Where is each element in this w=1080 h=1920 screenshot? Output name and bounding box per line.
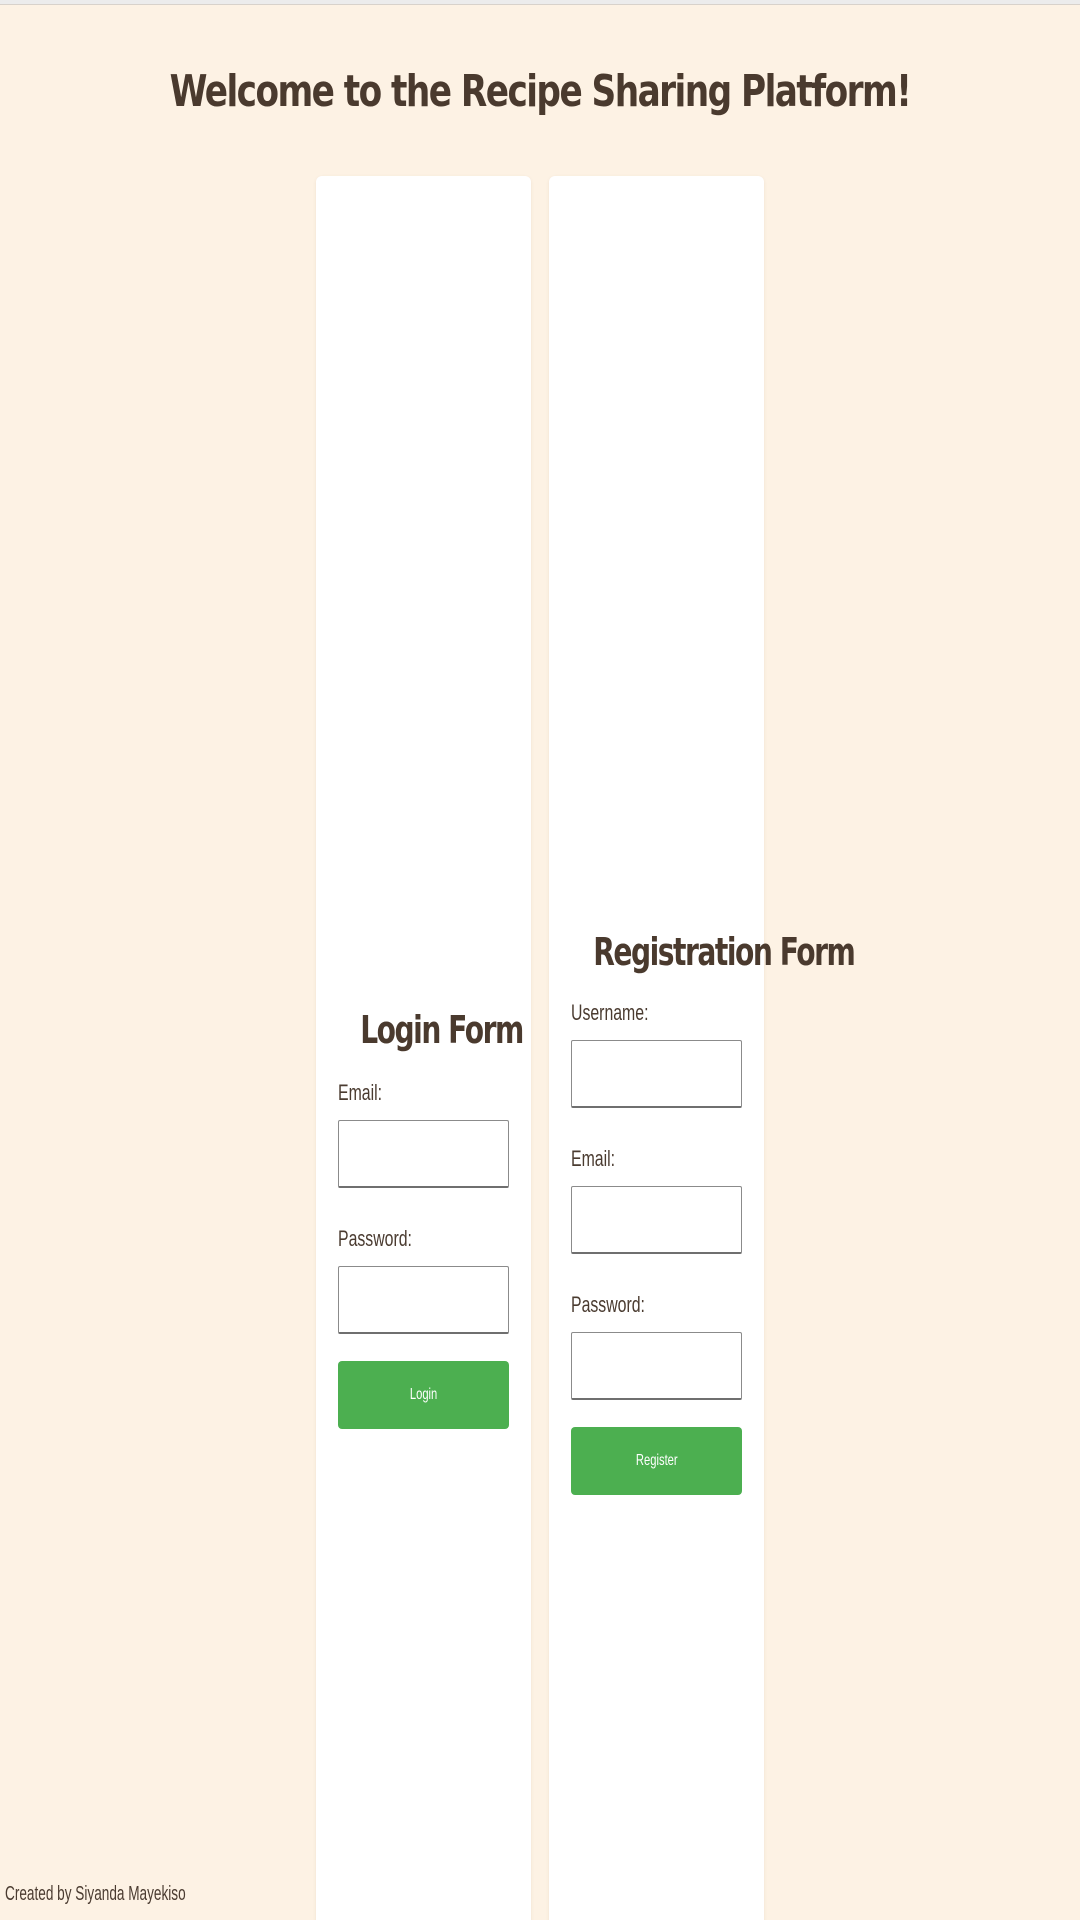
login-card: Login Form Email: Password: Login <box>316 176 531 1920</box>
login-email-input[interactable] <box>338 1120 509 1188</box>
login-form: Login Form Email: Password: Login <box>338 1002 524 1429</box>
register-password-label: Password: <box>571 1292 645 1317</box>
login-email-label: Email: <box>338 1080 383 1105</box>
register-button-label: Register <box>635 1452 678 1469</box>
registration-card: Registration Form Username: Email: Passw… <box>549 176 856 1920</box>
register-button[interactable]: Register <box>571 1427 742 1495</box>
login-button-label: Login <box>409 1386 438 1403</box>
register-email-label: Email: <box>571 1146 616 1171</box>
top-divider <box>0 0 1080 5</box>
login-button[interactable]: Login <box>338 1361 509 1429</box>
registration-form: Registration Form Username: Email: Passw… <box>571 924 856 1495</box>
footer-credit: Created by Siyanda Mayekiso <box>5 1883 186 1905</box>
login-form-title: Login Form <box>360 1008 524 1052</box>
register-password-input[interactable] <box>571 1332 742 1400</box>
login-password-input[interactable] <box>338 1266 509 1334</box>
register-username-input[interactable] <box>571 1040 742 1108</box>
register-email-input[interactable] <box>571 1186 742 1254</box>
login-password-label: Password: <box>338 1226 412 1251</box>
register-username-label: Username: <box>571 1000 649 1025</box>
registration-form-title: Registration Form <box>593 930 856 974</box>
page-title: Welcome to the Recipe Sharing Platform! <box>169 66 912 117</box>
